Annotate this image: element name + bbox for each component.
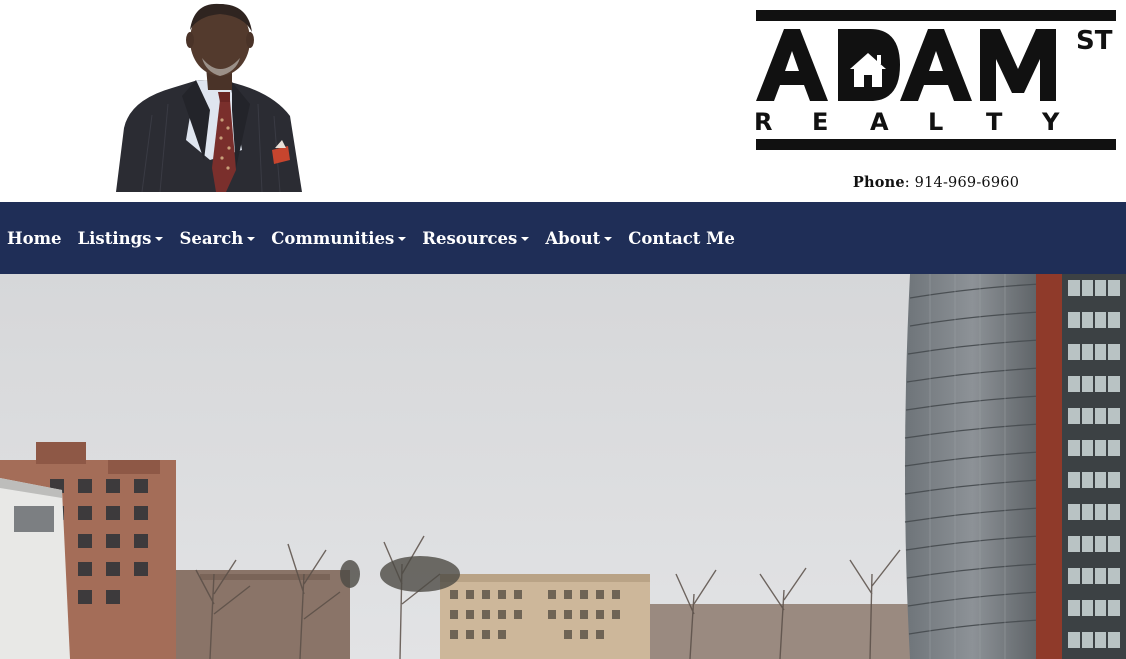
nav-item-label: Home (7, 228, 62, 248)
site-header: ST R E A L T Y Phone: 914-969-6960 (0, 0, 1126, 202)
svg-text:A: A (870, 108, 889, 136)
nav-item-label: About (545, 228, 601, 248)
svg-text:R: R (754, 108, 772, 136)
nav-item-home[interactable]: Home (7, 229, 62, 248)
svg-text:E: E (812, 108, 828, 136)
agent-photo (112, 0, 304, 192)
nav-item-label: Search (179, 228, 244, 248)
phone-separator: : (904, 175, 910, 191)
dropdown-caret-icon (521, 237, 530, 241)
nav-menu: Home Listings Search Communities Resourc… (0, 202, 1126, 274)
svg-text:L: L (928, 108, 943, 136)
phone-number[interactable]: 914-969-6960 (915, 175, 1019, 191)
page: ST R E A L T Y Phone: 914-969-6960 Home … (0, 0, 1126, 659)
hero-cityscape-image (0, 274, 1126, 659)
adam-st-realty-logo[interactable]: ST R E A L T Y (754, 9, 1118, 152)
main-navigation: Home Listings Search Communities Resourc… (0, 202, 1126, 274)
dropdown-caret-icon (155, 237, 164, 241)
nav-item-label: Resources (422, 228, 518, 248)
nav-item-search[interactable]: Search (179, 228, 256, 248)
dropdown-caret-icon (604, 237, 613, 241)
dropdown-caret-icon (398, 237, 407, 241)
svg-text:ST: ST (1076, 26, 1113, 56)
nav-item-contact-me[interactable]: Contact Me (628, 229, 735, 248)
nav-item-label: Communities (271, 228, 395, 248)
nav-item-label: Listings (77, 228, 152, 248)
nav-item-about[interactable]: About (545, 228, 613, 248)
svg-text:T: T (986, 108, 1003, 136)
nav-item-listings[interactable]: Listings (78, 229, 164, 248)
phone-label: Phone (852, 174, 905, 191)
phone-contact[interactable]: Phone: 914-969-6960 (754, 174, 1118, 191)
dropdown-caret-icon (247, 237, 256, 241)
nav-item-label: Contact Me (628, 228, 735, 248)
svg-text:Y: Y (1041, 108, 1060, 136)
nav-item-resources[interactable]: Resources (422, 228, 530, 248)
nav-item-communities[interactable]: Communities (271, 228, 407, 248)
